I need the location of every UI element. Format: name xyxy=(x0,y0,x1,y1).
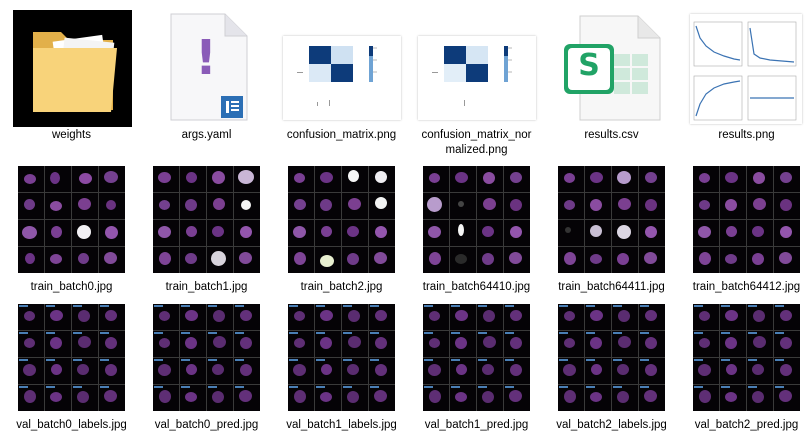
image-thumbnail xyxy=(153,304,260,411)
file-item-results-png[interactable]: results.png xyxy=(679,0,810,150)
file-name: train_batch64411.jpg xyxy=(558,281,665,293)
spreadsheet-icon: S xyxy=(562,14,662,124)
file-item-confusion-matrix-normalized[interactable]: confusion_matrix_nor malized.png xyxy=(409,0,544,160)
image-thumbnail xyxy=(558,304,665,411)
file-name: train_batch1.jpg xyxy=(165,281,248,293)
file-item-weights[interactable]: weights xyxy=(4,0,139,150)
file-name: confusion_matrix_nor malized.png xyxy=(421,129,532,156)
image-thumbnail xyxy=(153,166,260,273)
file-item-val-batch2-pred[interactable]: val_batch2_pred.jpg xyxy=(679,298,810,438)
mosaic-grid xyxy=(423,304,530,411)
file-name: weights xyxy=(52,129,91,141)
file-name: val_batch0_pred.jpg xyxy=(154,419,259,431)
image-thumbnail xyxy=(18,304,125,411)
file-item-train-batch1[interactable]: train_batch1.jpg xyxy=(139,160,274,300)
image-thumbnail xyxy=(18,166,125,273)
file-name: val_batch2_pred.jpg xyxy=(694,419,799,431)
confusion-matrix-normalized-thumbnail xyxy=(418,36,536,120)
file-item-results-csv[interactable]: S results.csv xyxy=(544,0,679,150)
file-item-confusion-matrix[interactable]: confusion_matrix.png xyxy=(274,0,409,150)
file-item-val-batch0-labels[interactable]: val_batch0_labels.jpg xyxy=(4,298,139,438)
file-item-train-batch64410[interactable]: train_batch64410.jpg xyxy=(409,160,544,300)
yaml-glyph: ! xyxy=(195,30,217,86)
image-thumbnail xyxy=(558,166,665,273)
file-name: confusion_matrix.png xyxy=(286,129,397,141)
file-item-val-batch1-pred[interactable]: val_batch1_pred.jpg xyxy=(409,298,544,438)
file-item-val-batch1-labels[interactable]: val_batch1_labels.jpg xyxy=(274,298,409,438)
mosaic-grid xyxy=(288,304,395,411)
folder-icon xyxy=(13,10,132,127)
confusion-matrix-thumbnail xyxy=(283,36,401,120)
file-name: results.csv xyxy=(584,129,639,141)
image-thumbnail xyxy=(423,304,530,411)
file-name: val_batch1_labels.jpg xyxy=(286,419,397,431)
file-name: train_batch0.jpg xyxy=(30,281,113,293)
file-item-train-batch64411[interactable]: train_batch64411.jpg xyxy=(544,160,679,300)
file-item-val-batch2-labels[interactable]: val_batch2_labels.jpg xyxy=(544,298,679,438)
mosaic-grid xyxy=(558,304,665,411)
file-item-train-batch64412[interactable]: train_batch64412.jpg xyxy=(679,160,810,300)
mosaic-grid xyxy=(693,304,800,411)
image-thumbnail xyxy=(423,166,530,273)
file-name: train_batch64412.jpg xyxy=(692,281,801,293)
image-thumbnail xyxy=(288,304,395,411)
file-item-val-batch0-pred[interactable]: val_batch0_pred.jpg xyxy=(139,298,274,438)
mosaic-grid xyxy=(558,166,665,273)
csv-glyph: S xyxy=(578,48,600,83)
mosaic-grid xyxy=(288,166,395,273)
mosaic-grid xyxy=(153,304,260,411)
yaml-file-icon: ! xyxy=(169,12,249,122)
file-name: val_batch1_pred.jpg xyxy=(424,419,529,431)
file-item-train-batch0[interactable]: train_batch0.jpg xyxy=(4,160,139,300)
file-name: train_batch2.jpg xyxy=(300,281,383,293)
file-name: results.png xyxy=(718,129,775,141)
mosaic-grid xyxy=(18,304,125,411)
image-thumbnail xyxy=(693,166,800,273)
file-name: args.yaml xyxy=(181,129,232,141)
file-name: train_batch64410.jpg xyxy=(422,281,531,293)
image-thumbnail xyxy=(288,166,395,273)
image-thumbnail xyxy=(693,304,800,411)
mosaic-grid xyxy=(153,166,260,273)
mosaic-grid xyxy=(693,166,800,273)
file-name: val_batch0_labels.jpg xyxy=(16,419,127,431)
file-name: val_batch2_labels.jpg xyxy=(556,419,667,431)
results-plot-thumbnail xyxy=(690,14,802,124)
file-item-train-batch2[interactable]: train_batch2.jpg xyxy=(274,160,409,300)
file-item-args-yaml[interactable]: ! args.yaml xyxy=(139,0,274,150)
mosaic-grid xyxy=(18,166,125,273)
mosaic-grid xyxy=(423,166,530,273)
